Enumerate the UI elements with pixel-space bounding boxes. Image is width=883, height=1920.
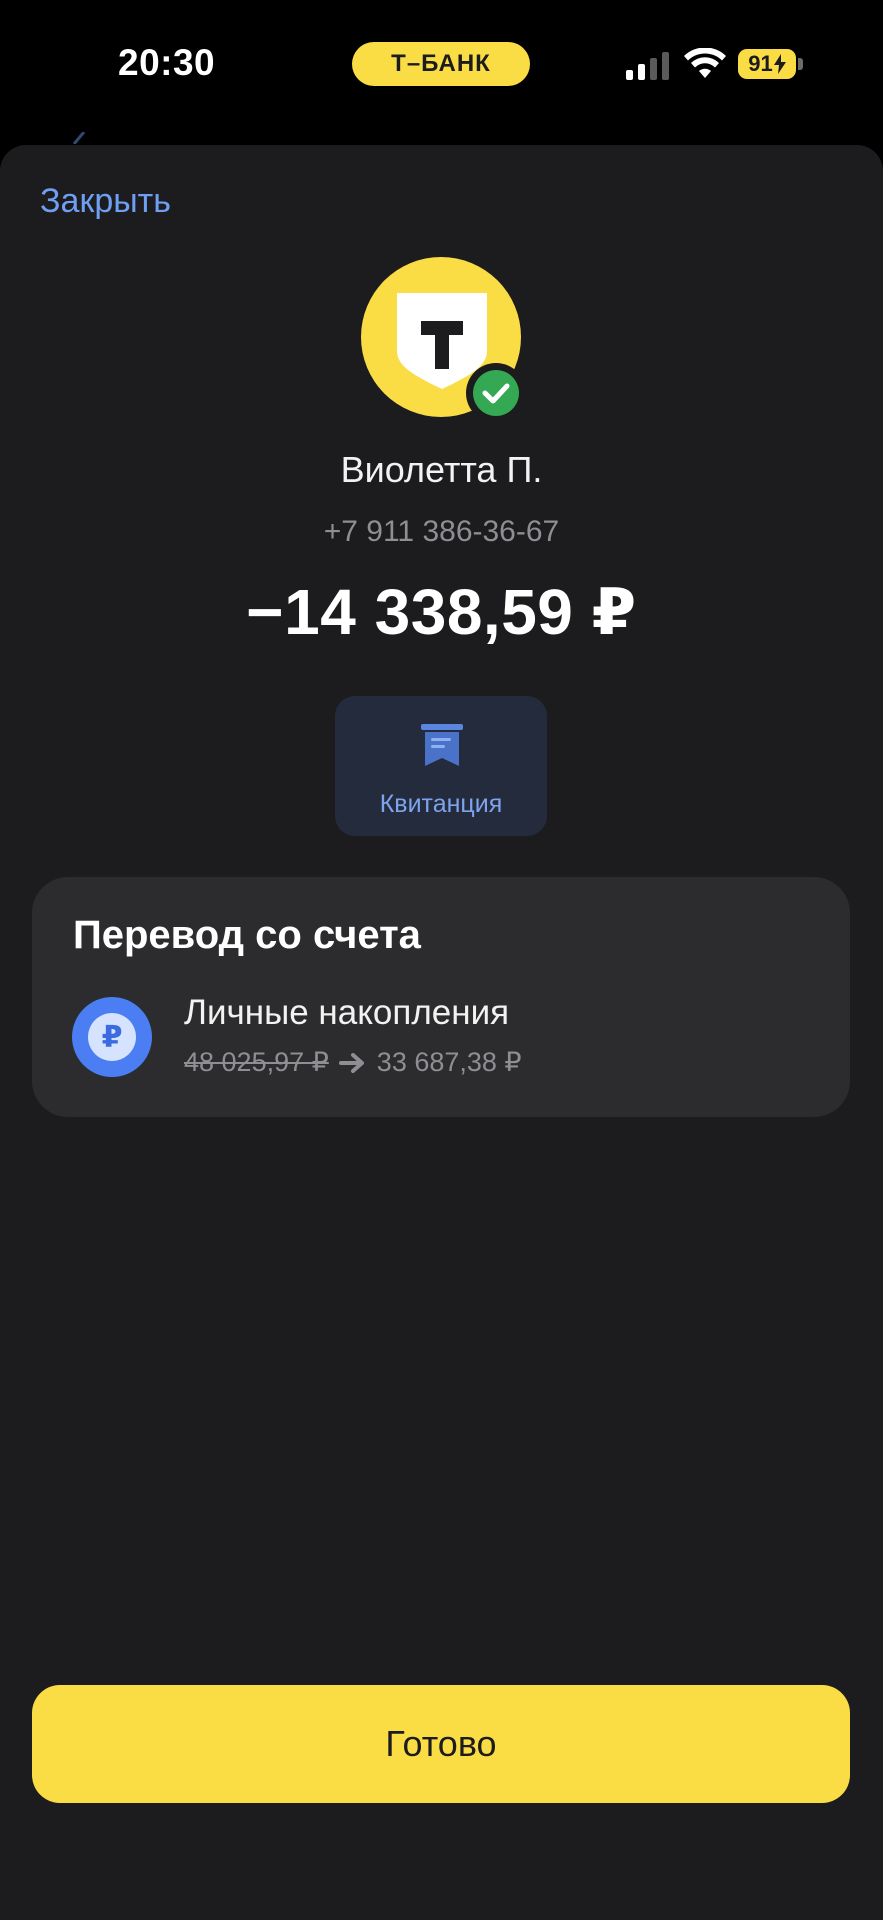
check-icon: [482, 383, 510, 404]
source-account-card: Перевод со счета ₽ Личные накопления 48 …: [32, 877, 850, 1117]
operation-sheet: Закрыть Виолетта П. +7 911 386-36-67 −14…: [0, 145, 883, 1920]
status-time: 20:30: [118, 42, 216, 83]
status-bar: 20:30 Т–БАНК 91: [0, 0, 883, 144]
battery-level: 91: [748, 51, 773, 76]
recipient-name: Виолетта П.: [340, 449, 543, 490]
receipt-icon: [421, 724, 463, 766]
receipt-button[interactable]: Квитанция: [335, 696, 547, 836]
bank-pill[interactable]: Т–БАНК: [352, 42, 530, 86]
battery-cap: [798, 58, 803, 70]
signal-icon: [626, 52, 669, 80]
transfer-amount: −14 338,59 ₽: [246, 576, 637, 648]
battery-indicator: 91: [738, 49, 796, 79]
done-button[interactable]: Готово: [32, 1685, 850, 1803]
wifi-icon: [684, 48, 726, 78]
account-name[interactable]: Личные накопления: [184, 993, 509, 1033]
close-button[interactable]: Закрыть: [40, 182, 171, 221]
success-badge: [466, 363, 526, 423]
balance-after: 33 687,38 ₽: [376, 1047, 522, 1077]
arrow-right-icon: [338, 1052, 364, 1073]
recipient-phone: +7 911 386-36-67: [323, 515, 560, 548]
charging-bolt-icon: [773, 54, 786, 74]
card-title: Перевод со счета: [73, 913, 421, 957]
back-chevron-icon: [72, 132, 86, 144]
balance-change: 48 025,97 ₽ 33 687,38 ₽: [184, 1047, 522, 1078]
ruble-symbol: ₽: [88, 1013, 136, 1061]
ruble-coin-icon: ₽: [72, 997, 152, 1077]
receipt-label: Квитанция: [379, 790, 503, 818]
balance-before: 48 025,97 ₽: [184, 1047, 329, 1077]
